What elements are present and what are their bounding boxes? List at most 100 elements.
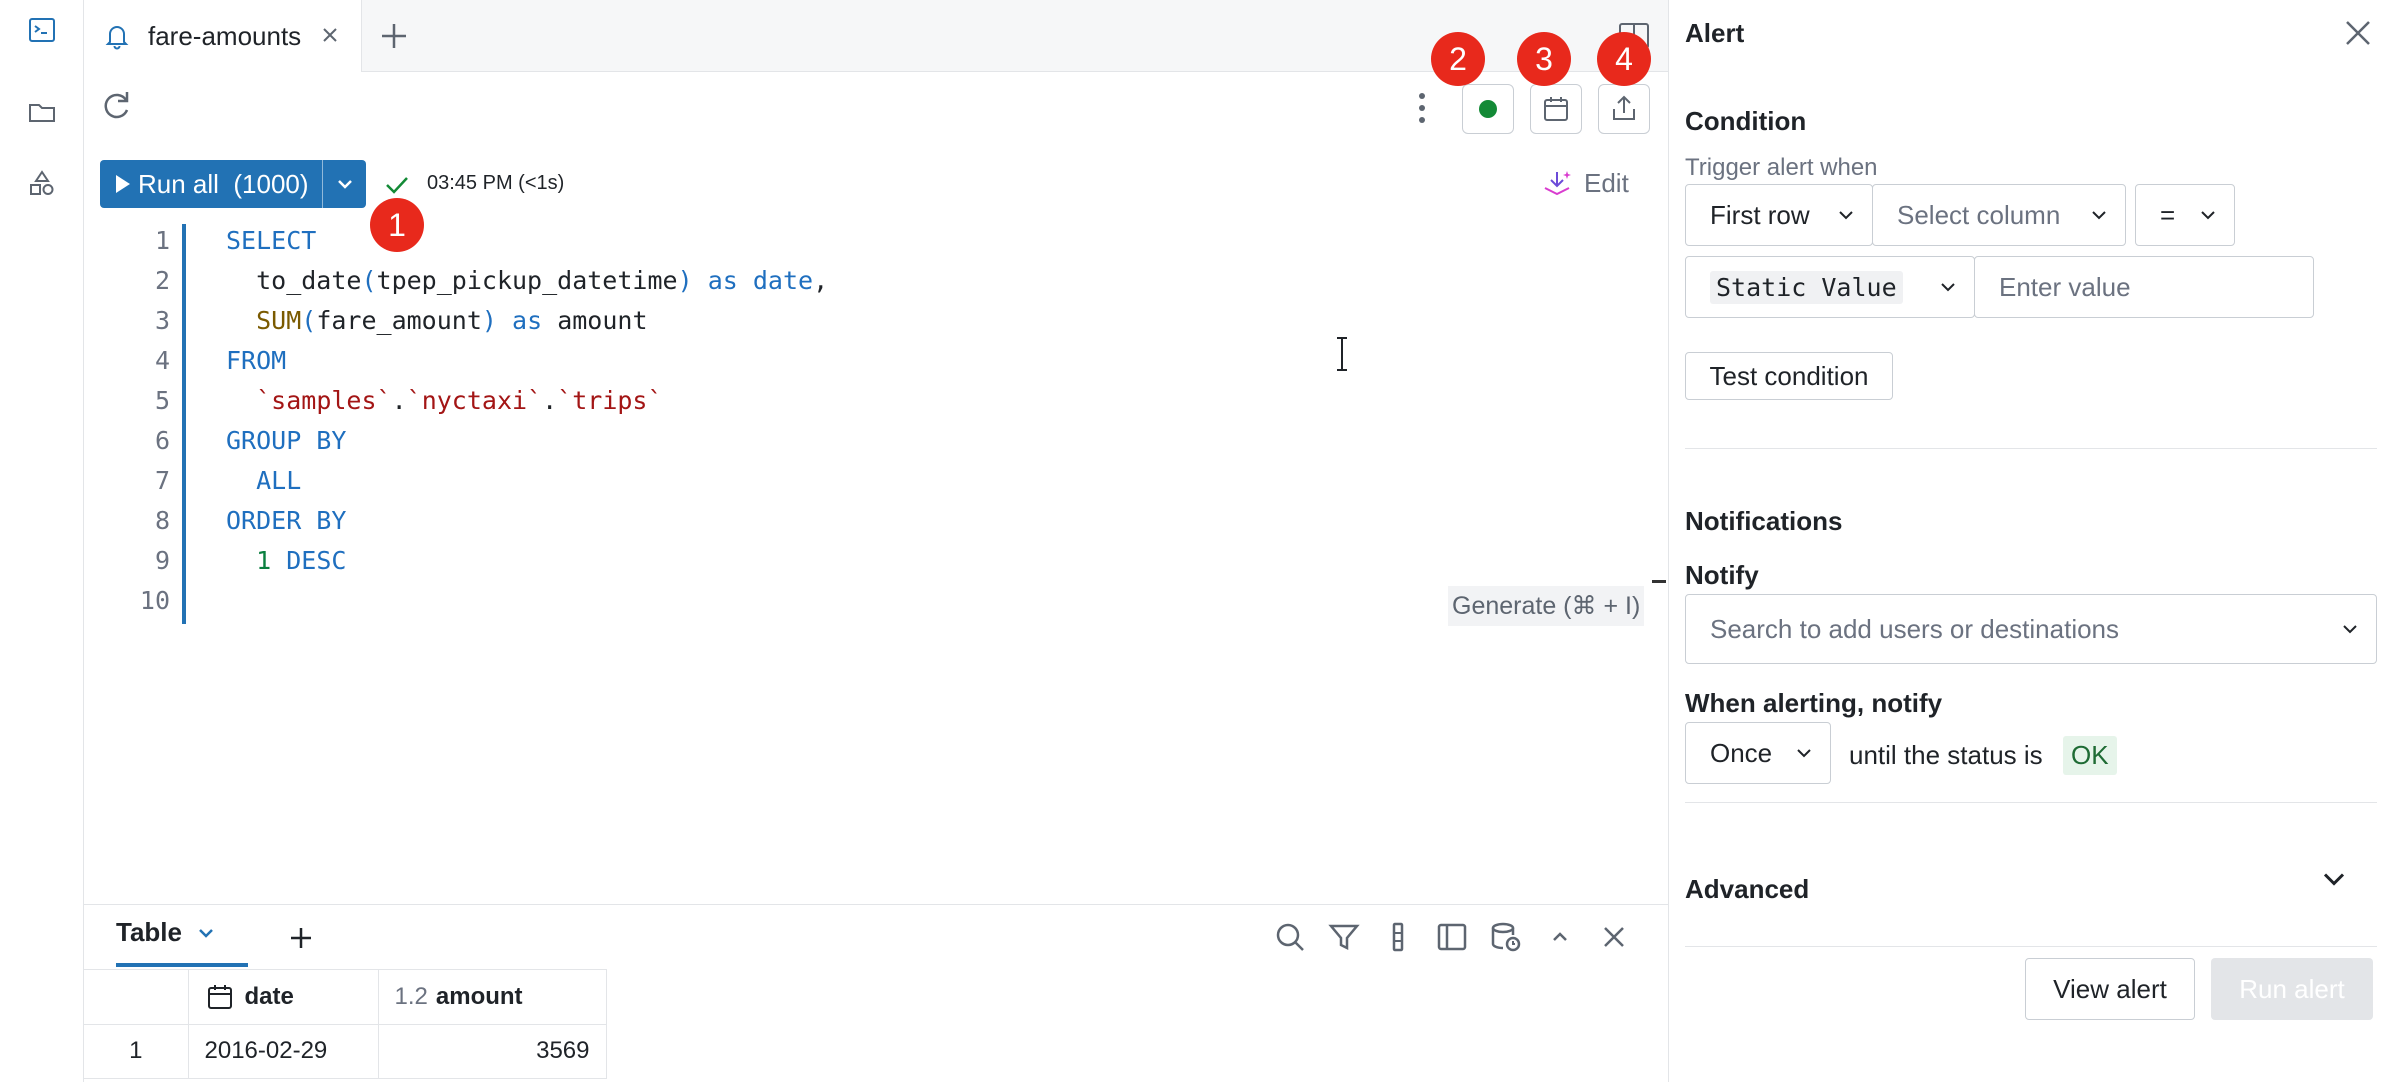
badge-4: 4	[1597, 32, 1651, 86]
line-number: 4	[154, 346, 170, 375]
schedule-button[interactable]	[1530, 84, 1582, 134]
shapes-icon[interactable]	[22, 164, 62, 204]
line-number: 8	[154, 506, 170, 535]
column-name: date	[244, 982, 294, 1010]
advanced-title: Advanced	[1685, 874, 1810, 904]
sql-editor[interactable]: 1 SELECT 2 to_date(tpep_pickup_datetime) …	[84, 224, 1650, 624]
cell-amount[interactable]: 3569	[378, 1024, 607, 1079]
more-options-icon[interactable]	[1404, 86, 1440, 130]
frequency-select[interactable]: Once	[1685, 722, 1831, 784]
until-status-text: until the status is	[1849, 740, 2043, 770]
chevron-up-icon[interactable]	[1542, 919, 1578, 955]
share-button[interactable]	[1598, 84, 1650, 134]
share-icon	[1613, 95, 1635, 120]
view-alert-button[interactable]: View alert	[2025, 958, 2195, 1020]
code-line: 5 `samples`.`nyctaxi`.`trips`	[84, 386, 1584, 426]
divider	[1685, 802, 2377, 803]
resize-handle[interactable]	[1652, 580, 1666, 583]
value-input[interactable]: Enter value	[1974, 256, 2314, 318]
decimal-type-icon: 1.2	[394, 982, 428, 1010]
value-input-placeholder: Enter value	[1999, 271, 2131, 302]
code-line: 10	[84, 586, 1584, 626]
divider	[1685, 448, 2377, 449]
new-tab-button[interactable]	[374, 16, 414, 56]
filter-icon[interactable]	[1326, 919, 1362, 955]
line-number: 6	[154, 426, 170, 455]
line-number: 3	[154, 306, 170, 335]
code-line: 4 FROM	[84, 346, 1584, 386]
row-select-value: First row	[1710, 199, 1810, 230]
refresh-icon[interactable]	[96, 86, 136, 126]
generate-hint[interactable]: Generate (⌘ + I)	[1448, 586, 1645, 626]
code-line: 7 ALL	[84, 466, 1584, 506]
results-table: date 1.2 amount 1 2016-02-29 3569	[84, 969, 607, 1079]
row-index-header	[84, 970, 189, 1025]
run-all-label: Run all (1000)	[138, 168, 309, 199]
code-line: 2 to_date(tpep_pickup_datetime) as date,	[84, 266, 1584, 306]
alert-panel: Alert Condition Trigger alert when First…	[1668, 0, 2390, 1082]
notify-search-placeholder: Search to add users or destinations	[1710, 613, 2120, 644]
close-icon[interactable]	[2341, 16, 2375, 50]
line-number: 9	[154, 546, 170, 575]
results-panel: Table date 1.2 amount 1 2016-02-29 3569	[84, 904, 1668, 1082]
row-index: 1	[84, 1024, 189, 1079]
chevron-down-icon	[2092, 211, 2106, 220]
chevron-down-icon	[2201, 211, 2215, 220]
run-all-button[interactable]: Run all (1000)	[100, 160, 366, 208]
badge-3: 3	[1517, 32, 1571, 86]
status-button[interactable]	[1462, 84, 1514, 134]
add-visualization-icon[interactable]	[284, 921, 318, 955]
notify-label: Notify	[1685, 560, 1759, 590]
code-line: 1 SELECT	[84, 226, 1584, 266]
line-number: 1	[154, 226, 170, 255]
operator-select[interactable]: =	[2135, 184, 2235, 246]
table-row: 1 2016-02-29 3569	[84, 1024, 607, 1079]
folder-icon[interactable]	[22, 92, 62, 132]
chevron-down-icon	[337, 180, 352, 189]
test-condition-button[interactable]: Test condition	[1685, 352, 1893, 400]
bell-icon	[105, 26, 129, 50]
run-alert-button[interactable]: Run alert	[2211, 958, 2373, 1020]
operator-value: =	[2160, 199, 2176, 230]
chevron-down-icon[interactable]	[196, 923, 216, 943]
chevron-down-icon[interactable]	[2319, 864, 2349, 894]
chevron-down-icon	[1941, 283, 1955, 292]
close-tab-icon[interactable]	[315, 20, 345, 50]
cell-date[interactable]: 2016-02-29	[188, 1024, 379, 1079]
sidebar-icon[interactable]	[1434, 919, 1470, 955]
line-number: 2	[154, 266, 170, 295]
column-header-date[interactable]: date	[188, 970, 379, 1025]
line-number: 5	[154, 386, 170, 415]
search-icon[interactable]	[1272, 919, 1308, 955]
alert-panel-title: Alert	[1685, 18, 1745, 48]
table-header-row: date 1.2 amount	[84, 970, 607, 1025]
columns-icon[interactable]	[1380, 919, 1416, 955]
tab-table[interactable]: Table	[116, 917, 216, 948]
divider	[1685, 946, 2377, 947]
column-header-amount[interactable]: 1.2 amount	[378, 970, 607, 1025]
badge-2: 2	[1431, 32, 1485, 86]
status-badge: OK	[2063, 736, 2117, 775]
tab-fare-amounts[interactable]: fare-amounts	[84, 0, 362, 72]
column-select[interactable]: Select column	[1872, 184, 2126, 246]
calendar-type-icon	[207, 984, 232, 1009]
condition-title: Condition	[1685, 106, 1807, 136]
row-select[interactable]: First row	[1685, 184, 1873, 246]
edit-label: Edit	[1584, 167, 1629, 198]
trigger-label: Trigger alert when	[1685, 154, 1878, 181]
chevron-down-icon	[1797, 749, 1811, 758]
edit-button[interactable]: Edit	[1540, 166, 1629, 200]
run-options-dropdown[interactable]	[322, 160, 366, 208]
column-select-placeholder: Select column	[1897, 199, 2061, 230]
sql-editor-icon[interactable]	[22, 10, 62, 50]
text-cursor-icon	[1337, 337, 1347, 371]
column-name: amount	[435, 982, 523, 1010]
frequency-value: Once	[1710, 737, 1773, 768]
database-clock-icon[interactable]	[1488, 919, 1524, 955]
close-results-icon[interactable]	[1596, 919, 1632, 955]
tab-label: fare-amounts	[148, 20, 302, 51]
play-icon	[116, 175, 130, 193]
notify-search-input[interactable]: Search to add users or destinations	[1685, 594, 2377, 664]
value-type-select[interactable]: Static Value	[1685, 256, 1975, 318]
notifications-title: Notifications	[1685, 506, 1843, 536]
